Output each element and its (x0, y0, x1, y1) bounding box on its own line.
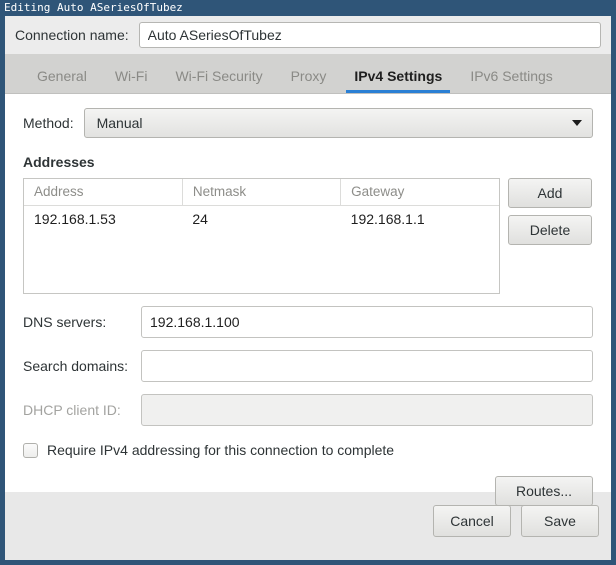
delete-address-button[interactable]: Delete (508, 215, 592, 245)
connection-name-label: Connection name: (15, 27, 129, 43)
ipv4-settings-panel: Method: Manual Addresses Address Netmask… (5, 94, 611, 506)
tab-wifi[interactable]: Wi-Fi (101, 68, 162, 93)
dhcp-client-id-row: DHCP client ID: (23, 394, 593, 426)
dhcp-client-id-label: DHCP client ID: (23, 402, 121, 418)
method-selected-value: Manual (96, 115, 143, 131)
save-button[interactable]: Save (521, 505, 599, 537)
tab-wifi-security[interactable]: Wi-Fi Security (161, 68, 276, 93)
method-dropdown[interactable]: Manual (83, 108, 593, 138)
require-ipv4-checkbox[interactable] (23, 442, 38, 458)
connection-name-input[interactable] (138, 22, 601, 48)
require-ipv4-label: Require IPv4 addressing for this connect… (47, 442, 395, 458)
dhcp-client-id-input (141, 394, 593, 426)
search-domains-label: Search domains: (23, 358, 129, 374)
cell-address: 192.168.1.53 (34, 211, 116, 227)
require-ipv4-row[interactable]: Require IPv4 addressing for this connect… (23, 442, 593, 458)
column-header-address[interactable]: Address (24, 179, 183, 206)
dns-servers-row: DNS servers: (23, 306, 593, 338)
settings-tabbar: General Wi-Fi Wi-Fi Security Proxy IPv4 … (5, 54, 611, 94)
addresses-table-container[interactable]: Address Netmask Gateway 192.168.1.53 24 … (23, 178, 500, 294)
method-label: Method: (23, 115, 74, 131)
search-domains-input[interactable] (141, 350, 593, 382)
window-title: Editing Auto ASeriesOfTubez (4, 1, 183, 14)
cell-gateway: 192.168.1.1 (350, 211, 425, 227)
add-address-button[interactable]: Add (508, 178, 592, 208)
tab-proxy[interactable]: Proxy (277, 68, 341, 93)
tab-ipv6-settings[interactable]: IPv6 Settings (456, 68, 567, 93)
routes-row: Routes... (23, 476, 593, 506)
editing-connection-window: Editing Auto ASeriesOfTubez Connection n… (0, 0, 616, 565)
addresses-area: Address Netmask Gateway 192.168.1.53 24 … (23, 178, 593, 294)
tab-ipv4-settings[interactable]: IPv4 Settings (340, 68, 456, 93)
tab-general[interactable]: General (23, 68, 101, 93)
addresses-table: Address Netmask Gateway 192.168.1.53 24 … (24, 179, 499, 232)
chevron-down-icon (572, 120, 582, 126)
addresses-button-column: Add Delete (508, 178, 592, 245)
routes-button[interactable]: Routes... (495, 476, 593, 506)
method-row: Method: Manual (23, 108, 593, 138)
window-titlebar: Editing Auto ASeriesOfTubez (4, 0, 611, 16)
cancel-button[interactable]: Cancel (433, 505, 511, 537)
column-header-netmask[interactable]: Netmask (182, 179, 342, 206)
dns-servers-label: DNS servers: (23, 314, 107, 330)
cell-netmask: 24 (192, 211, 208, 227)
search-domains-row: Search domains: (23, 350, 593, 382)
dns-servers-input[interactable] (141, 306, 593, 338)
connection-name-row: Connection name: (5, 16, 611, 54)
table-row[interactable]: 192.168.1.53 24 192.168.1.1 (24, 206, 499, 233)
table-header-row: Address Netmask Gateway (24, 179, 499, 206)
addresses-section-title: Addresses (23, 154, 95, 170)
column-header-gateway[interactable]: Gateway (340, 179, 499, 206)
